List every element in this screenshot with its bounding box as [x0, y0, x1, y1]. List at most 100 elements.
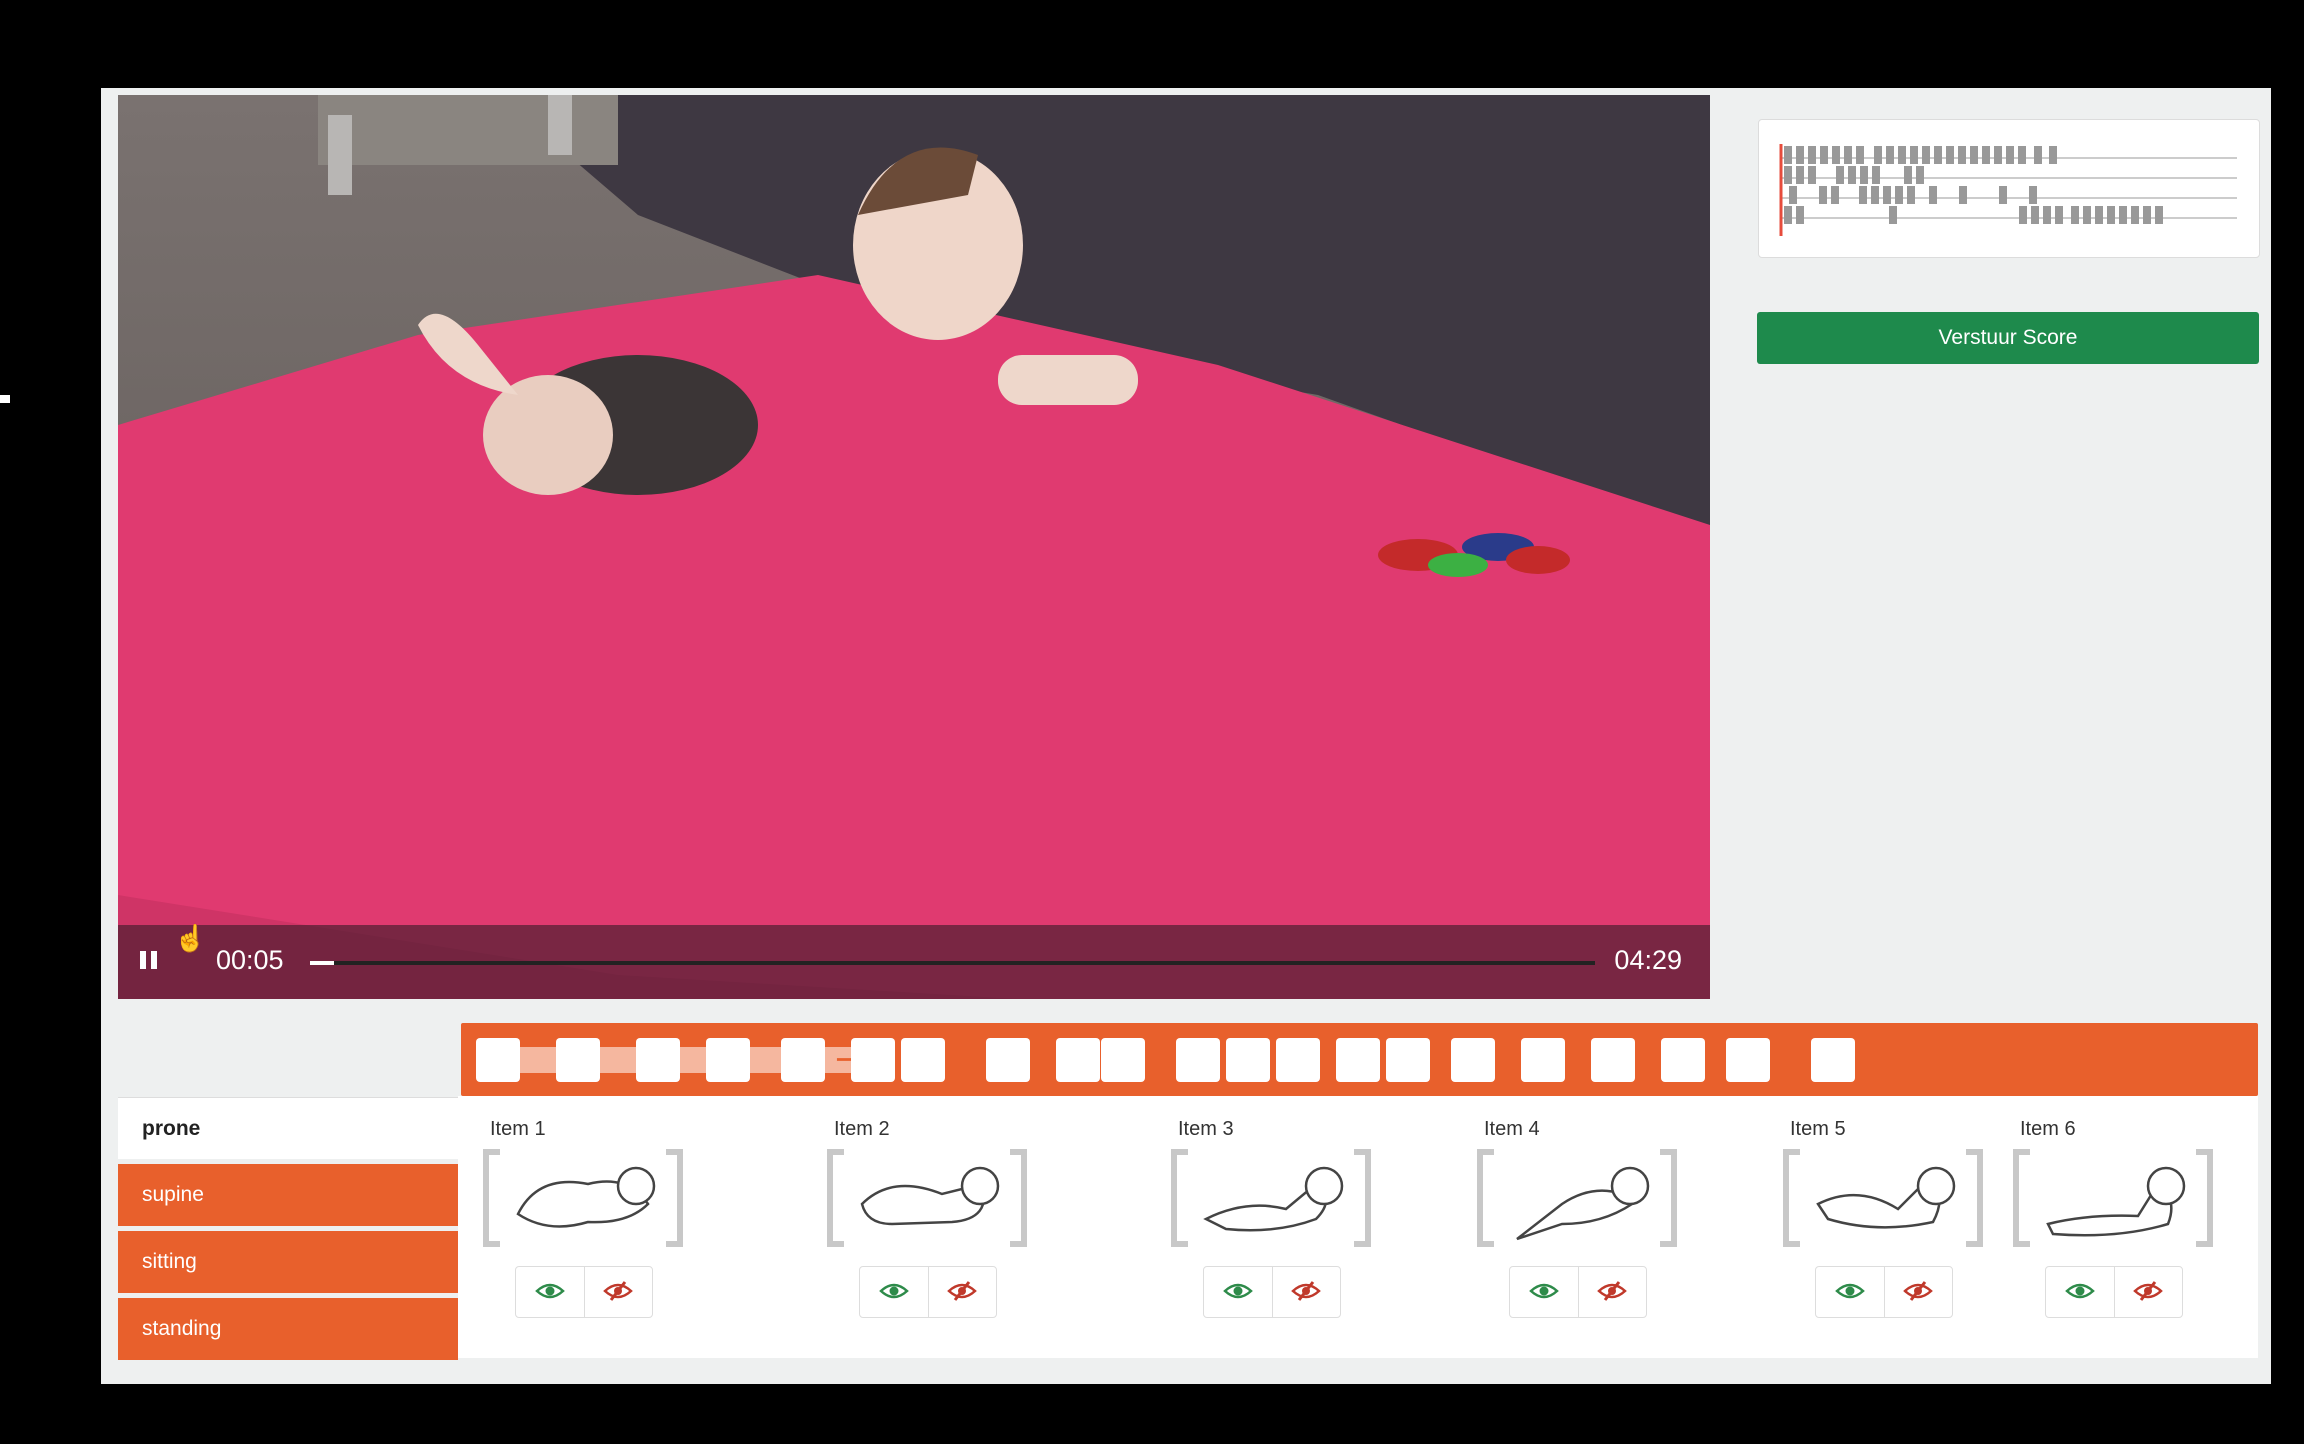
item-illustration — [1477, 1149, 1677, 1247]
timeline-segment[interactable] — [1521, 1038, 1565, 1082]
score-tick — [1898, 146, 1906, 164]
tab-sitting[interactable]: sitting — [118, 1231, 458, 1293]
timeline-segment[interactable] — [1276, 1038, 1320, 1082]
score-tick — [1784, 166, 1792, 184]
score-tick — [2107, 206, 2115, 224]
timeline-segment[interactable] — [1176, 1038, 1220, 1082]
score-tick — [1958, 146, 1966, 164]
timeline-segment[interactable] — [1661, 1038, 1705, 1082]
item-toggle-group — [2045, 1266, 2183, 1318]
view-button[interactable] — [1510, 1267, 1578, 1317]
timeline-segment[interactable] — [1451, 1038, 1495, 1082]
item-illustration — [1783, 1149, 1983, 1247]
score-tick — [2034, 146, 2042, 164]
tab-prone[interactable]: prone — [118, 1097, 458, 1159]
score-tick — [1922, 146, 1930, 164]
timeline-segment[interactable] — [781, 1038, 825, 1082]
eye-icon — [1528, 1281, 1559, 1304]
submit-score-button[interactable]: Verstuur Score — [1757, 312, 2259, 364]
eye-icon — [2064, 1281, 2095, 1304]
hide-button[interactable] — [1271, 1267, 1341, 1317]
item-illustration — [827, 1149, 1027, 1247]
tab-supine[interactable]: supine — [118, 1164, 458, 1226]
item-label: Item 1 — [490, 1118, 546, 1140]
video-player[interactable]: ☝ 00:05 04:29 — [118, 95, 1710, 999]
score-tick — [1796, 206, 1804, 224]
timeline-segment[interactable] — [1591, 1038, 1635, 1082]
score-tick — [2049, 146, 2057, 164]
eye-slash-icon — [1903, 1280, 1934, 1305]
timeline-segment[interactable] — [1226, 1038, 1270, 1082]
view-button[interactable] — [1816, 1267, 1884, 1317]
current-time: 00:05 — [216, 945, 284, 975]
view-button[interactable] — [1204, 1267, 1272, 1317]
score-tick — [1874, 146, 1882, 164]
score-tick — [1808, 166, 1816, 184]
score-tick — [1784, 146, 1792, 164]
timeline-segment[interactable] — [1811, 1038, 1855, 1082]
score-tick — [1789, 186, 1797, 204]
score-tick — [1970, 146, 1978, 164]
timeline-segment[interactable] — [901, 1038, 945, 1082]
score-overview-graph — [1758, 119, 2260, 258]
item-illustration — [1171, 1149, 1371, 1247]
position-tabs: prone supine sitting standing — [118, 1097, 458, 1365]
video-controls: ☝ 00:05 04:29 — [118, 923, 1710, 999]
score-tick — [1994, 146, 2002, 164]
timeline-segment[interactable] — [986, 1038, 1030, 1082]
hide-button[interactable] — [583, 1267, 653, 1317]
eye-icon — [1222, 1281, 1253, 1304]
item-illustration — [483, 1149, 683, 1247]
item-card: Item 3 — [1146, 1096, 1371, 1358]
item-toggle-group — [1509, 1266, 1647, 1318]
item-toggle-group — [859, 1266, 997, 1318]
hide-button[interactable] — [1883, 1267, 1953, 1317]
video-frame — [118, 95, 1710, 999]
score-tick — [2006, 146, 2014, 164]
hide-button[interactable] — [927, 1267, 997, 1317]
score-tick — [2083, 206, 2091, 224]
item-label: Item 3 — [1178, 1118, 1234, 1140]
item-card: Item 1 — [458, 1096, 683, 1358]
timeline-segment[interactable] — [1386, 1038, 1430, 1082]
score-tick — [1832, 146, 1840, 164]
score-tick — [1883, 186, 1891, 204]
view-button[interactable] — [516, 1267, 584, 1317]
score-tick — [2019, 206, 2027, 224]
timeline-segment[interactable] — [1726, 1038, 1770, 1082]
score-tick — [1820, 146, 1828, 164]
score-tick — [1959, 186, 1967, 204]
timeline-segment[interactable] — [851, 1038, 895, 1082]
view-button[interactable] — [860, 1267, 928, 1317]
timeline-segment[interactable] — [706, 1038, 750, 1082]
hide-button[interactable] — [2113, 1267, 2183, 1317]
eye-slash-icon — [1291, 1280, 1322, 1305]
score-tick — [1831, 186, 1839, 204]
items-panel: Item 1 Item 2 Item 3 Item 4 Item 5 Item … — [458, 1096, 2258, 1358]
score-tick — [2043, 206, 2051, 224]
timeline-segment[interactable] — [1336, 1038, 1380, 1082]
timeline-segment[interactable] — [1056, 1038, 1100, 1082]
tab-standing[interactable]: standing — [118, 1298, 458, 1360]
score-tick — [1895, 186, 1903, 204]
score-tick — [1796, 166, 1804, 184]
item-label: Item 2 — [834, 1118, 890, 1140]
timeline-segment[interactable] — [476, 1038, 520, 1082]
view-button[interactable] — [2046, 1267, 2114, 1317]
score-tick — [2119, 206, 2127, 224]
hide-button[interactable] — [1577, 1267, 1647, 1317]
pause-button[interactable] — [140, 951, 160, 973]
score-tick — [1889, 206, 1897, 224]
timeline-bar[interactable]: ⟵ ⟶ — [461, 1023, 2258, 1096]
score-tick — [1886, 146, 1894, 164]
eye-slash-icon — [2133, 1280, 2164, 1305]
score-tick — [1784, 206, 1792, 224]
score-tick — [1934, 146, 1942, 164]
seek-bar[interactable] — [310, 961, 1595, 965]
timeline-segment[interactable] — [556, 1038, 600, 1082]
item-card: Item 6 — [1988, 1096, 2213, 1358]
score-tick — [2055, 206, 2063, 224]
item-toggle-group — [1815, 1266, 1953, 1318]
timeline-segment[interactable] — [636, 1038, 680, 1082]
timeline-segment[interactable] — [1101, 1038, 1145, 1082]
